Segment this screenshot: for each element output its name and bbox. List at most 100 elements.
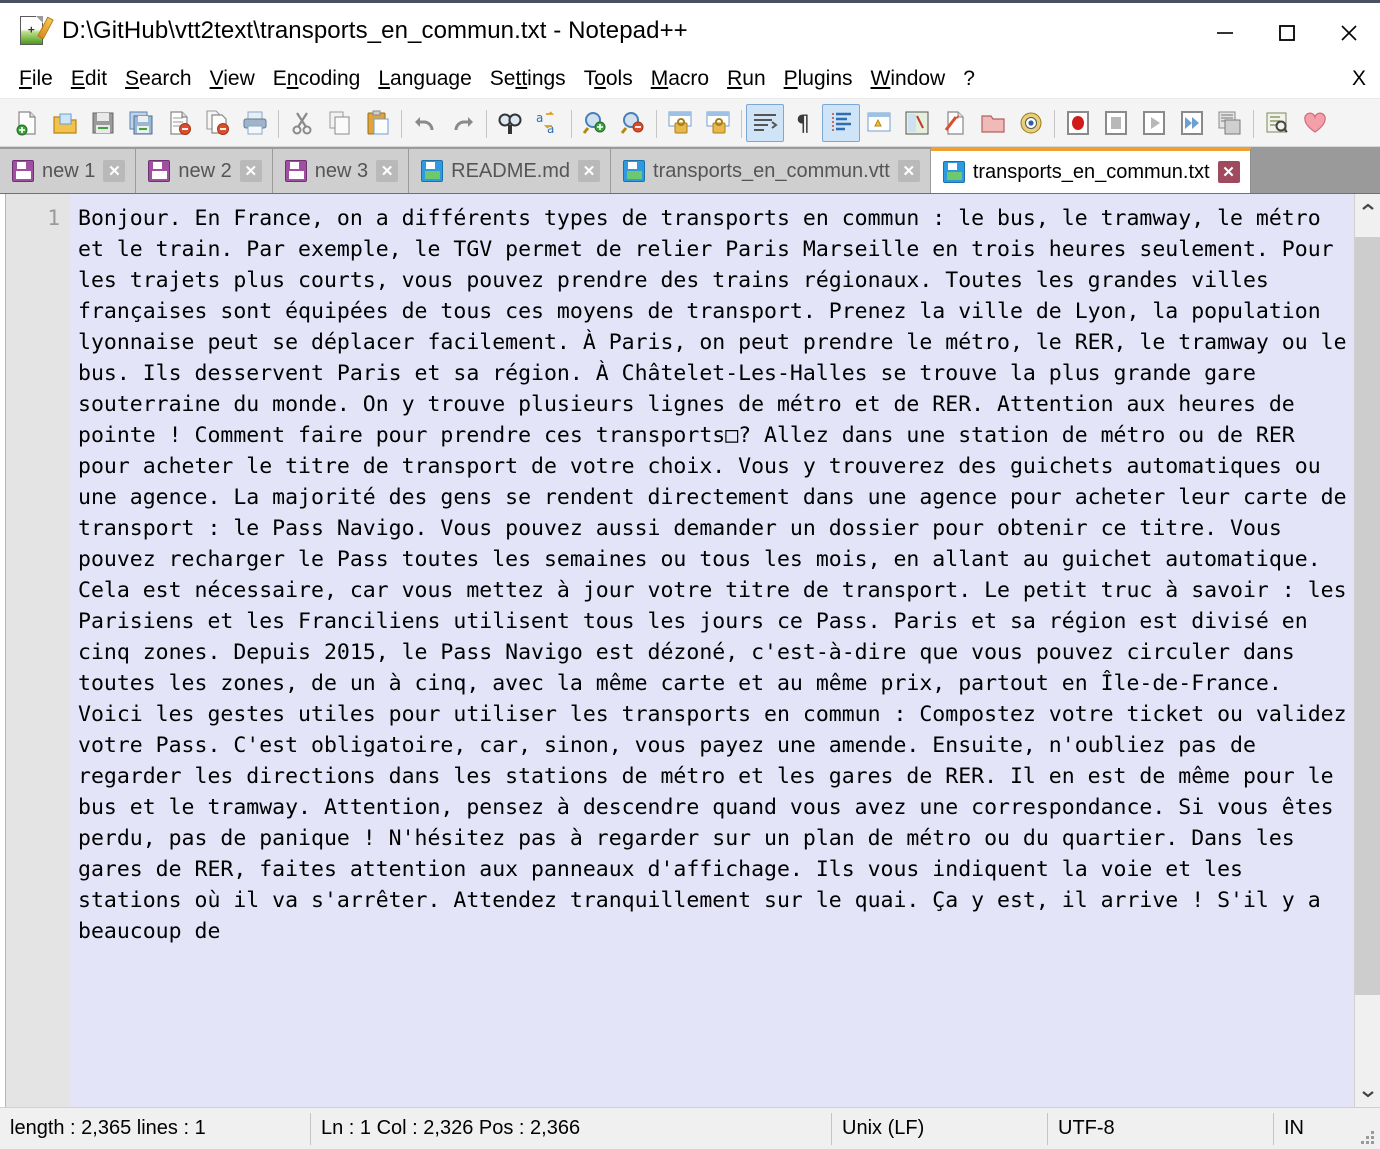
tab-close-icon[interactable]: ✕ <box>897 160 920 182</box>
tab-new-2[interactable]: new 2 ✕ <box>136 149 273 193</box>
run-macro-multiple-icon[interactable] <box>1173 104 1211 142</box>
menu-tools[interactable]: Tools <box>575 65 642 93</box>
save-macro-icon[interactable] <box>1211 104 1249 142</box>
user-defined-dialog-icon[interactable] <box>860 104 898 142</box>
cut-icon[interactable] <box>283 104 321 142</box>
menu-help[interactable]: ? <box>954 65 984 93</box>
maximize-button[interactable] <box>1256 3 1318 62</box>
toolbar-separator <box>567 108 576 138</box>
tab-new-1[interactable]: new 1 ✕ <box>0 149 137 193</box>
menu-file[interactable]: File <box>10 65 62 93</box>
donate-icon[interactable] <box>1296 104 1334 142</box>
toolbar-separator <box>652 108 661 138</box>
word-wrap-icon[interactable] <box>746 103 784 142</box>
status-insert-mode[interactable]: IN <box>1274 1108 1314 1149</box>
saved-disk-icon <box>623 160 646 182</box>
unsaved-disk-icon <box>12 160 34 182</box>
status-length-lines: length : 2,365 lines : 1 <box>10 1117 206 1139</box>
menu-macro[interactable]: Macro <box>642 65 718 93</box>
text-editor[interactable]: Bonjour. En France, on a différents type… <box>70 194 1354 1107</box>
tab-label: new 3 <box>314 159 369 182</box>
unsaved-disk-icon <box>148 160 171 182</box>
undo-icon[interactable] <box>406 104 444 142</box>
vertical-scrollbar[interactable] <box>1354 194 1380 1107</box>
play-macro-icon[interactable] <box>1135 104 1173 142</box>
window-title: D:\GitHub\vtt2text\transports_en_commun.… <box>62 17 688 44</box>
menu-encoding[interactable]: Encoding <box>264 65 370 93</box>
monitoring-icon[interactable] <box>1012 104 1050 142</box>
zoom-out-icon[interactable] <box>614 104 652 142</box>
toolbar-separator <box>274 108 283 138</box>
scrollbar-thumb[interactable] <box>1355 237 1380 995</box>
run-dialog-icon[interactable] <box>1258 104 1296 142</box>
copy-icon[interactable] <box>321 104 359 142</box>
menu-run[interactable]: Run <box>718 65 775 93</box>
minimize-button[interactable] <box>1194 3 1256 62</box>
save-all-icon[interactable] <box>122 104 160 142</box>
find-icon[interactable] <box>491 104 529 142</box>
menu-search[interactable]: Search <box>116 65 201 93</box>
status-eol-format[interactable]: Unix (LF) <box>832 1108 1047 1149</box>
tab-label: README.md <box>451 159 571 182</box>
paste-icon[interactable] <box>359 104 397 142</box>
status-encoding[interactable]: UTF-8 <box>1048 1108 1273 1149</box>
tab-new-3[interactable]: new 3 ✕ <box>272 149 410 193</box>
menu-view[interactable]: View <box>201 65 264 93</box>
notepad-plus-plus-icon: + <box>18 15 54 47</box>
close-button[interactable] <box>1318 3 1380 62</box>
resize-grip-icon[interactable] <box>1361 1131 1375 1145</box>
unsaved-disk-icon <box>284 160 307 182</box>
function-list-icon[interactable] <box>936 104 974 142</box>
toolbar: aa ¶ <box>0 99 1380 147</box>
tab-label: new 2 <box>178 159 232 182</box>
editor-content[interactable]: Bonjour. En France, on a différents type… <box>70 194 1354 1107</box>
sync-horizontal-scroll-icon[interactable] <box>699 104 737 142</box>
svg-text:a: a <box>547 122 554 136</box>
menu-settings[interactable]: Settings <box>481 65 575 93</box>
menu-plugins[interactable]: Plugins <box>775 65 862 93</box>
close-file-icon[interactable] <box>160 104 198 142</box>
close-all-files-icon[interactable] <box>198 104 236 142</box>
status-caret-position: Ln : 1 Col : 2,326 Pos : 2,366 <box>321 1117 581 1139</box>
tab-readme-md[interactable]: README.md ✕ <box>409 149 612 193</box>
show-all-characters-icon[interactable]: ¶ <box>784 104 822 142</box>
new-file-icon[interactable] <box>8 104 46 142</box>
replace-icon[interactable]: aa <box>529 104 567 142</box>
saved-disk-icon <box>421 160 444 182</box>
toolbar-separator <box>1050 108 1059 138</box>
chevron-down-icon[interactable] <box>1355 1081 1380 1107</box>
print-icon[interactable] <box>236 104 274 142</box>
document-map-icon[interactable] <box>898 104 936 142</box>
stop-macro-icon[interactable] <box>1097 104 1135 142</box>
close-document-button[interactable]: X <box>1352 67 1366 91</box>
tab-transports-en-commun-vtt[interactable]: transports_en_commun.vtt ✕ <box>611 149 931 193</box>
save-icon[interactable] <box>84 104 122 142</box>
chevron-up-icon[interactable] <box>1355 194 1380 220</box>
open-file-icon[interactable] <box>46 104 84 142</box>
tab-close-icon[interactable]: ✕ <box>1217 161 1240 183</box>
tab-transports-en-commun-txt[interactable]: transports_en_commun.txt ✕ <box>930 147 1251 193</box>
menu-language[interactable]: Language <box>369 65 480 93</box>
sync-vertical-scroll-icon[interactable] <box>661 104 699 142</box>
menu-edit[interactable]: Edit <box>62 65 116 93</box>
tab-close-icon[interactable]: ✕ <box>103 160 126 182</box>
scrollbar-track[interactable] <box>1355 220 1380 1081</box>
record-macro-icon[interactable] <box>1059 104 1097 142</box>
toolbar-separator <box>1249 108 1258 138</box>
menu-window[interactable]: Window <box>862 65 955 93</box>
toolbar-separator <box>737 108 746 138</box>
tab-close-icon[interactable]: ✕ <box>578 160 601 182</box>
status-bar: length : 2,365 lines : 1 Ln : 1 Col : 2,… <box>0 1107 1380 1149</box>
tab-label: transports_en_commun.txt <box>972 160 1210 183</box>
indent-guide-icon[interactable] <box>822 103 860 142</box>
folder-as-workspace-icon[interactable] <box>974 104 1012 142</box>
svg-text:a: a <box>536 111 543 125</box>
title-bar: + D:\GitHub\vtt2text\transports_en_commu… <box>0 0 1380 59</box>
svg-text:¶: ¶ <box>796 112 810 136</box>
tab-close-icon[interactable]: ✕ <box>376 160 399 182</box>
tab-close-icon[interactable]: ✕ <box>239 160 262 182</box>
toolbar-separator <box>482 108 491 138</box>
redo-icon[interactable] <box>444 104 482 142</box>
editor-area: 1 Bonjour. En France, on a différents ty… <box>0 193 1380 1107</box>
zoom-in-icon[interactable] <box>576 104 614 142</box>
